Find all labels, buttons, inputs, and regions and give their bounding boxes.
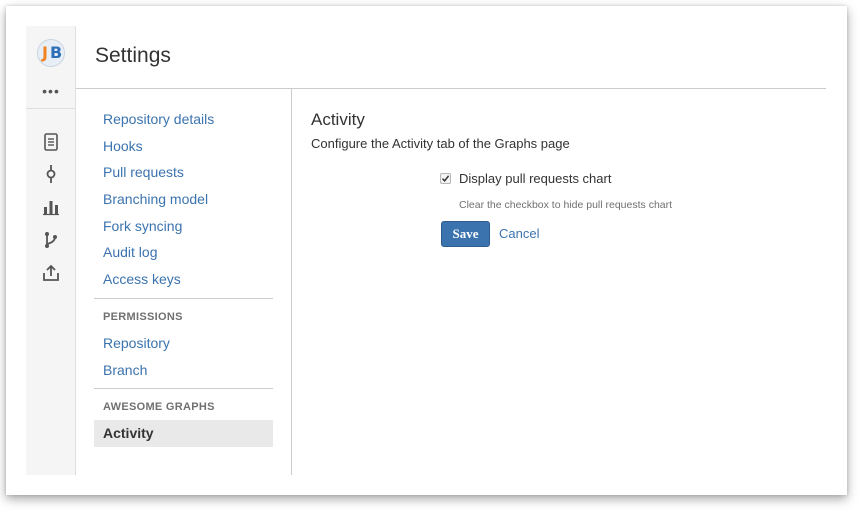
nav-item-repository-details[interactable]: Repository details — [94, 106, 273, 133]
nav-item-pull-requests[interactable]: Pull requests — [94, 159, 273, 186]
fork-icon[interactable] — [41, 263, 61, 283]
display-pull-requests-checkbox[interactable] — [440, 173, 451, 184]
settings-nav: Repository details Hooks Pull requests B… — [94, 106, 273, 447]
checkbox-help-text: Clear the checkbox to hide pull requests… — [459, 199, 673, 211]
screenshot-frame: J B ••• Settings Repository details Hook… — [6, 6, 847, 495]
nav-item-access-keys[interactable]: Access keys — [94, 266, 273, 293]
nav-item-repository-permissions[interactable]: Repository — [94, 330, 273, 357]
avatar-letter-b: B — [50, 43, 63, 62]
sidebar-rail: J B ••• — [26, 26, 76, 475]
nav-heading-awesome-graphs: AWESOME GRAPHS — [103, 401, 215, 414]
nav-item-audit-log[interactable]: Audit log — [94, 239, 273, 266]
graphs-icon[interactable] — [41, 197, 61, 217]
commits-icon[interactable] — [41, 164, 61, 184]
section-title: Activity — [311, 110, 365, 129]
nav-divider — [94, 388, 273, 390]
rail-divider — [26, 108, 75, 109]
cancel-link[interactable]: Cancel — [499, 226, 539, 241]
page-title: Settings — [95, 44, 171, 67]
nav-divider — [94, 297, 273, 299]
project-avatar[interactable]: J B — [37, 39, 65, 67]
nav-item-branch-permissions[interactable]: Branch — [94, 357, 273, 384]
section-description: Configure the Activity tab of the Graphs… — [311, 136, 570, 151]
nav-content-divider — [291, 89, 292, 475]
nav-heading-permissions: PERMISSIONS — [103, 310, 183, 323]
save-button[interactable]: Save — [441, 221, 490, 247]
header-divider — [76, 88, 826, 89]
more-icon[interactable]: ••• — [41, 84, 61, 98]
nav-item-hooks[interactable]: Hooks — [94, 133, 273, 160]
avatar-letter-j: J — [42, 43, 48, 62]
checkbox-label[interactable]: Display pull requests chart — [459, 171, 611, 186]
nav-item-branching-model[interactable]: Branching model — [94, 186, 273, 213]
nav-item-activity[interactable]: Activity — [94, 420, 273, 447]
checkmark-icon — [441, 175, 450, 182]
nav-item-fork-syncing[interactable]: Fork syncing — [94, 213, 273, 240]
branches-icon[interactable] — [41, 230, 61, 250]
source-icon[interactable] — [41, 132, 61, 152]
